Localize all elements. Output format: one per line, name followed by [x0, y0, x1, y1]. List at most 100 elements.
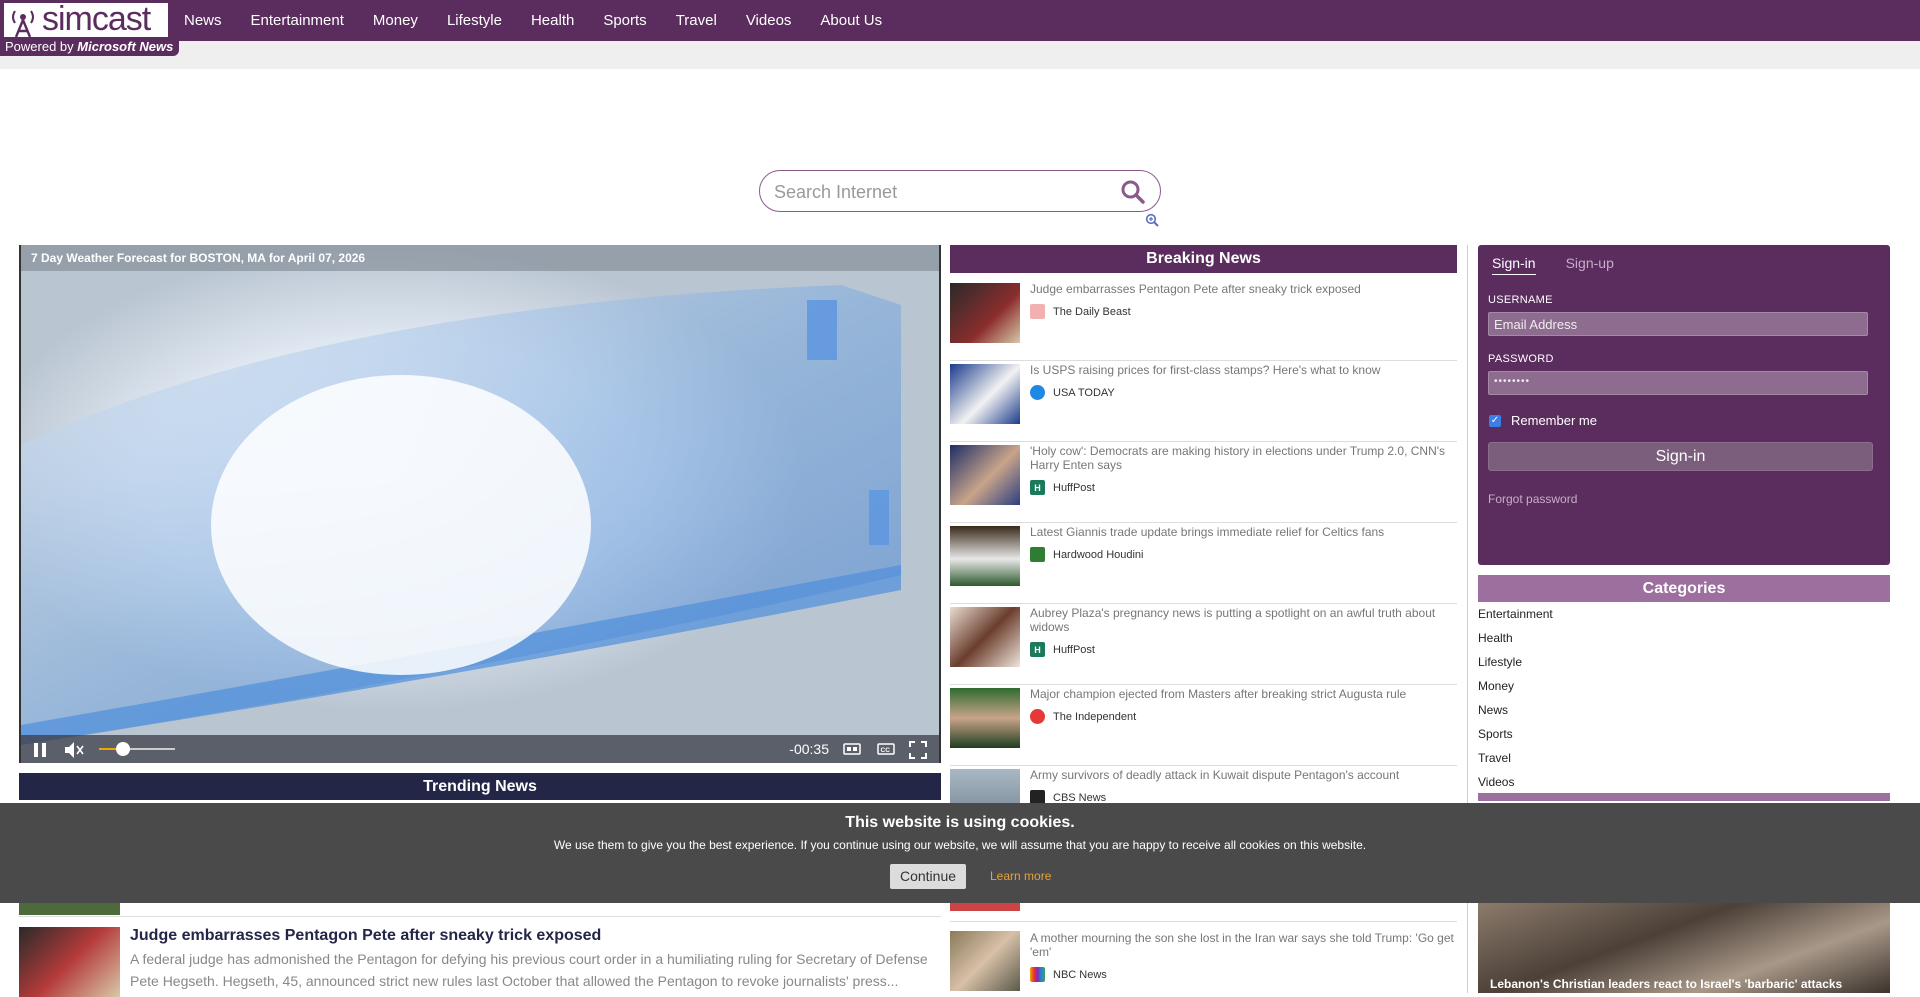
- audio-description-icon[interactable]: [843, 743, 861, 755]
- tab-signin[interactable]: Sign-in: [1492, 255, 1536, 275]
- category-lifestyle[interactable]: Lifestyle: [1478, 654, 1890, 678]
- search-box: [759, 170, 1161, 212]
- pause-icon[interactable]: [33, 742, 47, 758]
- video-frame: [21, 245, 939, 763]
- breaking-news-header: Breaking News: [950, 245, 1457, 273]
- news-title[interactable]: Is USPS raising prices for first-class s…: [1030, 363, 1455, 377]
- news-title[interactable]: Aubrey Plaza's pregnancy news is putting…: [1030, 606, 1455, 634]
- nav-entertainment[interactable]: Entertainment: [251, 12, 344, 29]
- username-field[interactable]: Email Address: [1488, 312, 1868, 336]
- cookie-banner: This website is using cookies. We use th…: [0, 803, 1920, 903]
- mute-icon[interactable]: [64, 741, 84, 759]
- news-item[interactable]: Major champion ejected from Masters afte…: [950, 685, 1457, 766]
- news-item[interactable]: Aubrey Plaza's pregnancy news is putting…: [950, 604, 1457, 685]
- trending-description: A federal judge has admonished the Penta…: [130, 951, 928, 989]
- usa-today-logo-icon: [1030, 385, 1045, 400]
- nav-news[interactable]: News: [184, 12, 222, 29]
- news-title[interactable]: 'Holy cow': Democrats are making history…: [1030, 444, 1455, 472]
- news-title[interactable]: A mother mourning the son she lost in th…: [1030, 931, 1455, 959]
- tab-signup[interactable]: Sign-up: [1566, 255, 1614, 275]
- nav-money[interactable]: Money: [373, 12, 418, 29]
- news-source: H HuffPost: [1030, 642, 1095, 657]
- category-news[interactable]: News: [1478, 702, 1890, 726]
- news-title[interactable]: Major champion ejected from Masters afte…: [1030, 687, 1455, 701]
- news-thumbnail: [950, 688, 1020, 748]
- cookie-title: This website is using cookies.: [845, 814, 1075, 831]
- categories-header: Categories: [1478, 575, 1890, 602]
- news-item[interactable]: Judge embarrasses Pentagon Pete after sn…: [950, 280, 1457, 361]
- nav-videos[interactable]: Videos: [746, 12, 792, 29]
- forgot-password-link[interactable]: Forgot password: [1488, 492, 1577, 506]
- daily-beast-logo-icon: [1030, 304, 1045, 319]
- category-entertainment[interactable]: Entertainment: [1478, 606, 1890, 630]
- news-source: NBC News: [1030, 967, 1107, 982]
- category-sports[interactable]: Sports: [1478, 726, 1890, 750]
- nav-health[interactable]: Health: [531, 12, 574, 29]
- cookie-learn-more-link[interactable]: Learn more: [990, 869, 1051, 883]
- news-thumbnail: [950, 364, 1020, 424]
- checkbox-checked-icon[interactable]: ✓: [1489, 414, 1501, 427]
- categories-list: Entertainment Health Lifestyle Money New…: [1478, 606, 1890, 798]
- logo-box: simcast: [3, 0, 169, 39]
- news-title[interactable]: Judge embarrasses Pentagon Pete after sn…: [1030, 282, 1455, 296]
- nav-travel[interactable]: Travel: [676, 12, 717, 29]
- breaking-news-list: Judge embarrasses Pentagon Pete after sn…: [950, 280, 1457, 847]
- weather-video-player[interactable]: 7 Day Weather Forecast for BOSTON, MA fo…: [19, 245, 941, 763]
- huffpost-logo-icon: H: [1030, 480, 1045, 495]
- news-title[interactable]: Latest Giannis trade update brings immed…: [1030, 525, 1455, 539]
- trending-thumbnail-partial: [19, 903, 120, 915]
- news-source-name: NBC News: [1053, 968, 1107, 981]
- category-travel[interactable]: Travel: [1478, 750, 1890, 774]
- news-source-name: USA TODAY: [1053, 386, 1115, 399]
- news-source-name: The Daily Beast: [1053, 305, 1131, 318]
- simcast-logo[interactable]: simcast: [0, 0, 178, 41]
- password-field[interactable]: ••••••••: [1488, 371, 1868, 395]
- sub-bar: [0, 41, 1920, 69]
- news-source: The Daily Beast: [1030, 304, 1131, 319]
- logo-text: simcast: [42, 0, 151, 38]
- news-item[interactable]: A mother mourning the son she lost in th…: [950, 921, 1457, 993]
- fullscreen-icon[interactable]: [909, 741, 927, 759]
- news-source-name: HuffPost: [1053, 643, 1095, 656]
- category-divider-bar: [1478, 793, 1890, 801]
- zoom-in-icon[interactable]: [1145, 213, 1159, 227]
- news-thumbnail: [950, 283, 1020, 343]
- news-thumbnail: [950, 931, 1020, 991]
- video-remaining-time: -00:35: [789, 741, 829, 757]
- news-source-name: Hardwood Houdini: [1053, 548, 1144, 561]
- search-icon[interactable]: [1120, 179, 1146, 205]
- category-money[interactable]: Money: [1478, 678, 1890, 702]
- trending-item[interactable]: Judge embarrasses Pentagon Pete after sn…: [19, 925, 941, 997]
- search-input[interactable]: [774, 180, 1114, 204]
- trending-thumbnail: [19, 927, 120, 997]
- feature-caption[interactable]: Lebanon's Christian leaders react to Isr…: [1490, 977, 1842, 991]
- trending-title[interactable]: Judge embarrasses Pentagon Pete after sn…: [130, 927, 601, 945]
- news-source-name: HuffPost: [1053, 481, 1095, 494]
- cookie-continue-button[interactable]: Continue: [890, 864, 966, 889]
- hardwood-houdini-logo-icon: [1030, 547, 1045, 562]
- remember-me[interactable]: ✓ Remember me: [1489, 413, 1597, 428]
- nav-sports[interactable]: Sports: [603, 12, 646, 29]
- news-title[interactable]: Army survivors of deadly attack in Kuwai…: [1030, 768, 1455, 782]
- signin-button[interactable]: Sign-in: [1488, 442, 1873, 471]
- category-health[interactable]: Health: [1478, 630, 1890, 654]
- news-source: H HuffPost: [1030, 480, 1095, 495]
- news-thumbnail-partial: [950, 903, 1020, 911]
- nav-about-us[interactable]: About Us: [820, 12, 882, 29]
- volume-slider[interactable]: [99, 742, 175, 756]
- news-source-name: The Independent: [1053, 710, 1137, 723]
- news-item[interactable]: Latest Giannis trade update brings immed…: [950, 523, 1457, 604]
- nav-lifestyle[interactable]: Lifestyle: [447, 12, 502, 29]
- svg-text:CC: CC: [881, 747, 891, 754]
- feature-story[interactable]: Lebanon's Christian leaders react to Isr…: [1478, 903, 1890, 993]
- powered-brand: Microsoft News: [77, 39, 174, 54]
- news-item[interactable]: 'Holy cow': Democrats are making history…: [950, 442, 1457, 523]
- powered-by-badge: Powered by Microsoft News: [0, 37, 180, 56]
- remember-me-label: Remember me: [1511, 413, 1597, 428]
- username-label: USERNAME: [1488, 294, 1553, 306]
- closed-captions-icon[interactable]: CC: [877, 743, 895, 755]
- signin-panel: Sign-in Sign-up USERNAME Email Address P…: [1478, 245, 1890, 565]
- volume-handle[interactable]: [116, 742, 130, 756]
- cookie-text: We use them to give you the best experie…: [553, 838, 1367, 852]
- news-item[interactable]: Is USPS raising prices for first-class s…: [950, 361, 1457, 442]
